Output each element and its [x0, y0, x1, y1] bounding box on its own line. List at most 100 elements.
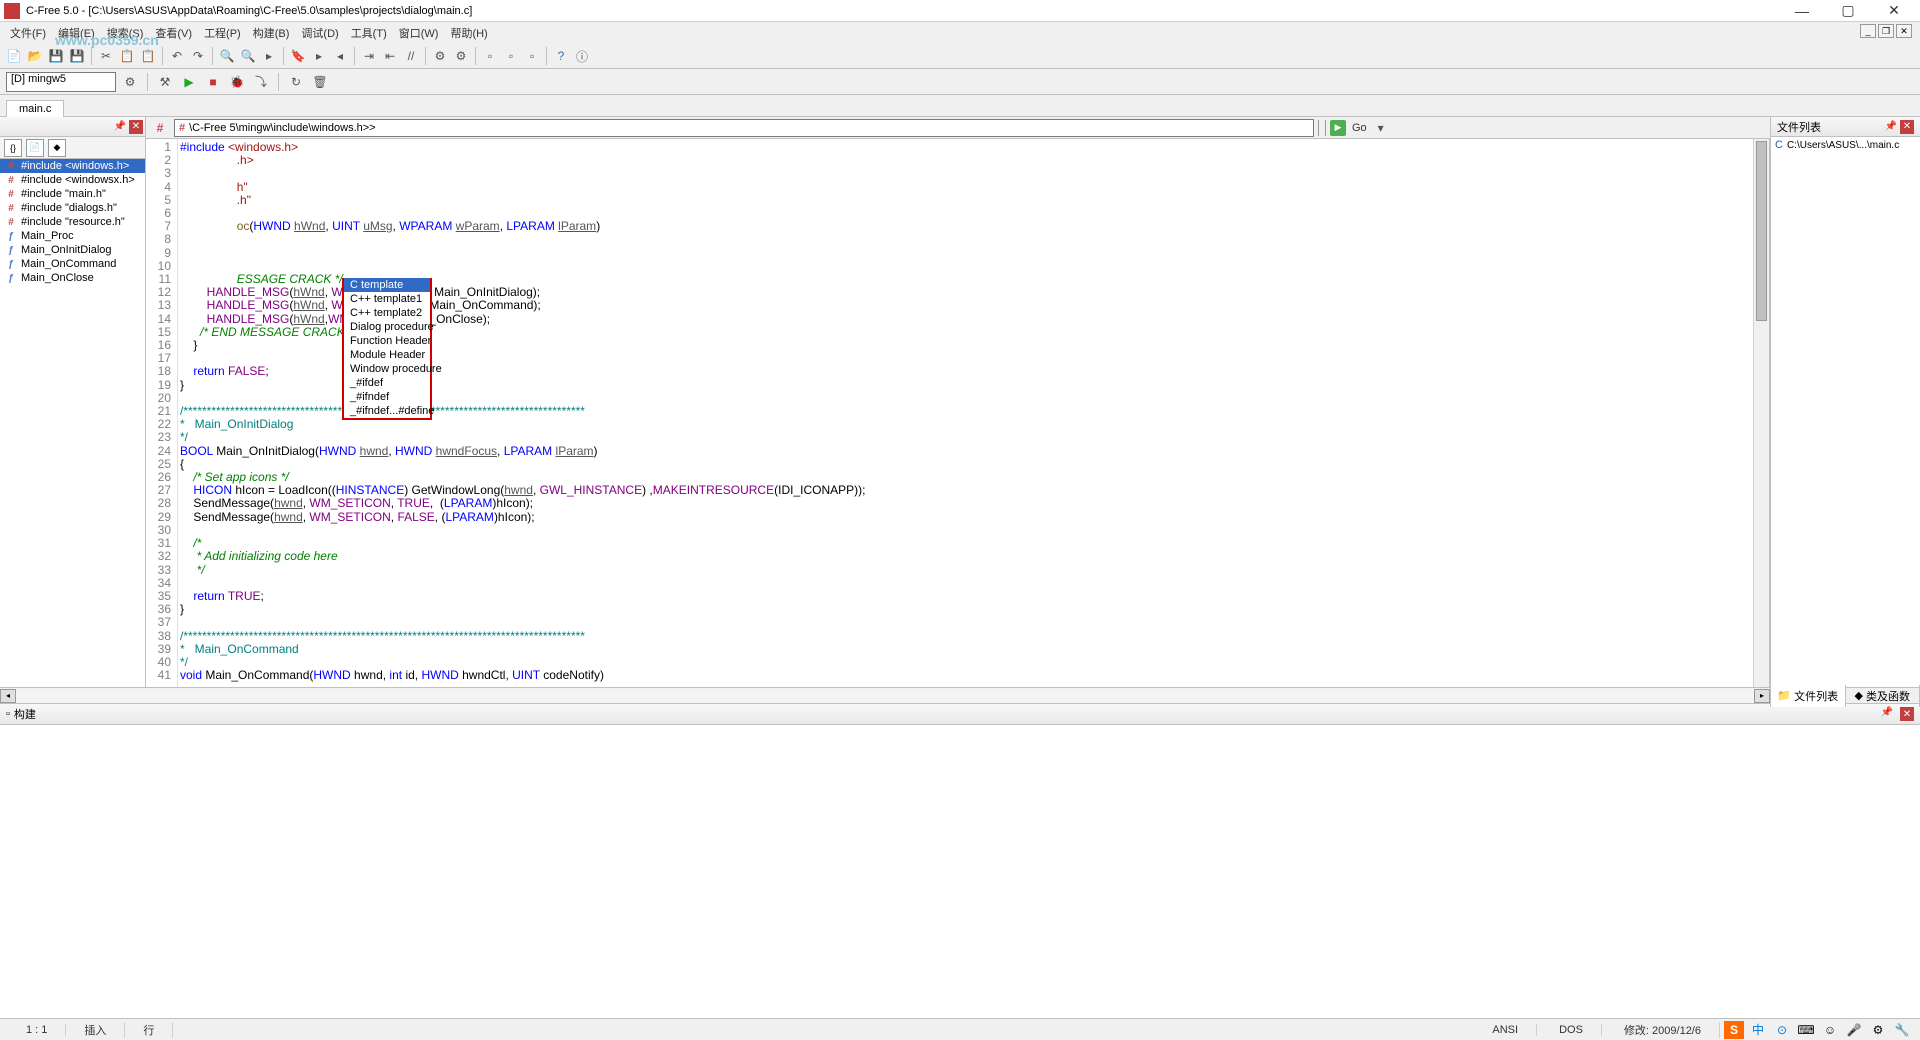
tool2-icon[interactable]: ⚙ — [451, 46, 471, 66]
build-output[interactable] — [0, 724, 1920, 814]
mdi-restore[interactable]: ❐ — [1878, 24, 1894, 38]
menu-item[interactable]: 构建(B) — [247, 23, 296, 43]
tree-item[interactable]: ƒMain_OnInitDialog — [0, 243, 145, 257]
cut-icon[interactable]: ✂ — [96, 46, 116, 66]
tree-item[interactable]: ##include "resource.h" — [0, 215, 145, 229]
tab-file-list[interactable]: 📁文件列表 — [1771, 685, 1846, 707]
go-label[interactable]: Go — [1352, 122, 1367, 134]
tree-item[interactable]: ƒMain_OnClose — [0, 271, 145, 285]
file-tab-main[interactable]: main.c — [6, 100, 64, 117]
autocomplete-item[interactable]: C++ template2 — [344, 306, 430, 320]
go-button-icon[interactable]: ▶ — [1330, 120, 1346, 136]
maximize-button[interactable]: ▢ — [1826, 1, 1870, 21]
tree-item[interactable]: ##include "main.h" — [0, 187, 145, 201]
run-icon[interactable]: ▶ — [179, 72, 199, 92]
tree-item[interactable]: ƒMain_Proc — [0, 229, 145, 243]
about-icon[interactable]: ⓘ — [572, 46, 592, 66]
ime-icon[interactable]: S — [1724, 1021, 1744, 1039]
scroll-right-icon[interactable]: ▸ — [1754, 689, 1770, 703]
undo-icon[interactable]: ↶ — [167, 46, 187, 66]
path-hash-icon[interactable]: # — [150, 118, 170, 138]
ime2-icon[interactable]: 中 — [1748, 1021, 1768, 1039]
gear-icon[interactable]: ⚙ — [1868, 1021, 1888, 1039]
menu-item[interactable]: 编辑(E) — [52, 23, 101, 43]
stop-icon[interactable]: ■ — [203, 72, 223, 92]
horizontal-scrollbar[interactable]: ◂ ▸ 📁文件列表 ◆类及函数 — [0, 687, 1920, 703]
pin-icon[interactable]: 📌 — [1885, 121, 1897, 132]
clean-icon[interactable]: 🗑 — [310, 72, 330, 92]
scroll-left-icon[interactable]: ◂ — [0, 689, 16, 703]
keyboard-icon[interactable]: ⌨ — [1796, 1021, 1816, 1039]
tree-item[interactable]: ##include <windowsx.h> — [0, 173, 145, 187]
code-editor[interactable]: 1234567891011121314151617181920212223242… — [146, 139, 1770, 687]
redo-icon[interactable]: ↷ — [188, 46, 208, 66]
mdi-minimize[interactable]: _ — [1860, 24, 1876, 38]
misc3-icon[interactable]: ▫ — [522, 46, 542, 66]
autocomplete-item[interactable]: Function Header — [344, 334, 430, 348]
autocomplete-item[interactable]: C template — [344, 278, 430, 292]
ime3-icon[interactable]: ⊙ — [1772, 1021, 1792, 1039]
symbol-tree[interactable]: ##include <windows.h>##include <windowsx… — [0, 159, 145, 687]
tab-files-icon[interactable]: 📄 — [26, 139, 44, 157]
minimize-button[interactable]: — — [1780, 1, 1824, 21]
menu-item[interactable]: 帮助(H) — [444, 23, 493, 43]
compiler-select[interactable]: [D] mingw5 — [6, 72, 116, 92]
misc2-icon[interactable]: ▫ — [501, 46, 521, 66]
paste-icon[interactable]: 📋 — [138, 46, 158, 66]
tool-tray-icon[interactable]: 🔧 — [1892, 1021, 1912, 1039]
panel-close-icon[interactable]: ✕ — [129, 120, 143, 134]
panel-close-icon[interactable]: ✕ — [1900, 120, 1914, 134]
path-combo[interactable]: #\C-Free 5\mingw\include\windows.h>> — [174, 119, 1314, 137]
debug-icon[interactable]: 🐞 — [227, 72, 247, 92]
misc1-icon[interactable]: ▫ — [480, 46, 500, 66]
panel-close-icon[interactable]: ✕ — [1900, 707, 1914, 721]
menu-item[interactable]: 窗口(W) — [393, 23, 445, 43]
autocomplete-item[interactable]: _#ifdef — [344, 376, 430, 390]
bookmark-next-icon[interactable]: ▸ — [309, 46, 329, 66]
file-list-body[interactable]: C C:\Users\ASUS\...\main.c — [1771, 137, 1920, 687]
mdi-close[interactable]: ✕ — [1896, 24, 1912, 38]
close-button[interactable]: ✕ — [1872, 1, 1916, 21]
bookmark-icon[interactable]: 🔖 — [288, 46, 308, 66]
tree-item[interactable]: ƒMain_OnCommand — [0, 257, 145, 271]
menu-item[interactable]: 搜索(S) — [101, 23, 150, 43]
autocomplete-item[interactable]: C++ template1 — [344, 292, 430, 306]
tab-class-icon[interactable]: ◆ — [48, 139, 66, 157]
tab-class-func[interactable]: ◆类及函数 — [1846, 685, 1920, 707]
tree-item[interactable]: ##include "dialogs.h" — [0, 201, 145, 215]
autocomplete-item[interactable]: Module Header — [344, 348, 430, 362]
compiler-config-icon[interactable]: ⚙ — [120, 72, 140, 92]
help-icon[interactable]: ? — [551, 46, 571, 66]
tool-icon[interactable]: ⚙ — [430, 46, 450, 66]
save-all-icon[interactable]: 💾 — [67, 46, 87, 66]
autocomplete-item[interactable]: Dialog procedure — [344, 320, 430, 334]
indent-icon[interactable]: ⇥ — [359, 46, 379, 66]
menu-item[interactable]: 查看(V) — [149, 23, 198, 43]
menu-item[interactable]: 工具(T) — [345, 23, 393, 43]
menu-item[interactable]: 调试(D) — [295, 23, 344, 43]
menu-item[interactable]: 文件(F) — [4, 23, 52, 43]
autocomplete-popup[interactable]: C templateC++ template1C++ template2Dial… — [342, 278, 432, 420]
menu-item[interactable]: 工程(P) — [198, 23, 247, 43]
find-next-icon[interactable]: ▸ — [259, 46, 279, 66]
tree-item[interactable]: ##include <windows.h> — [0, 159, 145, 173]
comment-icon[interactable]: // — [401, 46, 421, 66]
autocomplete-item[interactable]: _#ifndef...#define — [344, 404, 430, 418]
save-icon[interactable]: 💾 — [46, 46, 66, 66]
replace-icon[interactable]: 🔍 — [238, 46, 258, 66]
pin-icon[interactable]: 📌 — [1881, 707, 1893, 721]
new-file-icon[interactable]: 📄 — [4, 46, 24, 66]
autocomplete-item[interactable]: _#ifndef — [344, 390, 430, 404]
copy-icon[interactable]: 📋 — [117, 46, 137, 66]
tab-symbols-icon[interactable]: {} — [4, 139, 22, 157]
pin-icon[interactable]: 📌 — [114, 121, 126, 132]
find-icon[interactable]: 🔍 — [217, 46, 237, 66]
compile-icon[interactable]: ⚒ — [155, 72, 175, 92]
outdent-icon[interactable]: ⇤ — [380, 46, 400, 66]
rebuild-icon[interactable]: ↻ — [286, 72, 306, 92]
vertical-scrollbar[interactable] — [1753, 139, 1769, 687]
file-list-item[interactable]: C C:\Users\ASUS\...\main.c — [1775, 139, 1916, 151]
autocomplete-item[interactable]: Window procedure — [344, 362, 430, 376]
mic-icon[interactable]: 🎤 — [1844, 1021, 1864, 1039]
step-icon[interactable]: ⤵ — [251, 72, 271, 92]
